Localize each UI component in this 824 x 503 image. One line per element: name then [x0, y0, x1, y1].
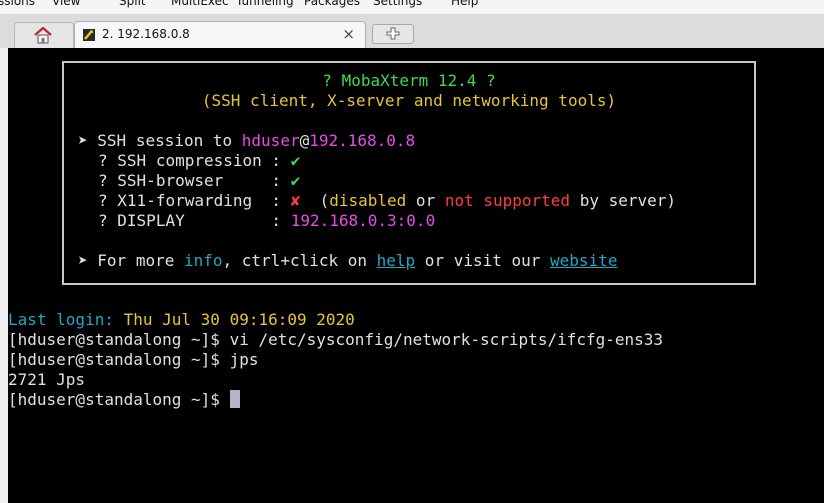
- prompt: [hduser@standalong ~]$: [8, 390, 230, 409]
- banner-user: hduser: [241, 131, 300, 150]
- tab-session[interactable]: 2. 192.168.0.8 ×: [74, 21, 366, 49]
- tab-bar: 2. 192.168.0.8 ×: [0, 14, 824, 49]
- display-value: 192.168.0.3:0.0: [290, 211, 436, 230]
- menu-view[interactable]: View: [52, 0, 80, 8]
- menu-sessions[interactable]: ssions: [0, 0, 35, 8]
- menu-tunneling[interactable]: Tunneling: [236, 0, 294, 8]
- last-login-line: Last login: Thu Jul 30 09:16:09 2020: [8, 310, 355, 329]
- add-tab-button[interactable]: [372, 24, 414, 44]
- menu-split[interactable]: Split: [119, 0, 146, 8]
- command-output: 2721 Jps: [8, 370, 86, 389]
- banner-row-compression: ? SSH compression : ✔: [98, 151, 301, 170]
- banner-host: 192.168.0.8: [309, 131, 416, 150]
- command-line-2: [hduser@standalong ~]$ jps: [8, 350, 259, 369]
- terminal[interactable]: ? MobaXterm 12.4 ? (SSH client, X-server…: [8, 48, 824, 503]
- tab-session-label: 2. 192.168.0.8: [102, 27, 190, 41]
- arrow-icon: ➤: [78, 131, 88, 150]
- banner-row-display: ? DISPLAY : 192.168.0.3:0.0: [98, 211, 436, 230]
- welcome-banner: ? MobaXterm 12.4 ? (SSH client, X-server…: [62, 61, 756, 285]
- command-line-current[interactable]: [hduser@standalong ~]$: [8, 390, 240, 410]
- cross-icon: ✘: [290, 191, 301, 210]
- banner-title: ? MobaXterm 12.4 ?: [322, 71, 496, 90]
- menu-bar: ssions View Split MultiExec Tunneling Pa…: [0, 0, 824, 14]
- website-link[interactable]: website: [550, 251, 617, 270]
- banner-session-line: ➤ SSH session to hduser@192.168.0.8: [78, 131, 416, 150]
- arrow-icon: ➤: [78, 251, 88, 270]
- close-icon[interactable]: ×: [342, 25, 355, 43]
- prompt: [hduser@standalong ~]$: [8, 330, 230, 349]
- banner-subtitle: (SSH client, X-server and networking too…: [201, 91, 617, 110]
- command-line-1: [hduser@standalong ~]$ vi /etc/sysconfig…: [8, 330, 664, 349]
- home-icon: [34, 27, 52, 44]
- menu-multiexec[interactable]: MultiExec: [171, 0, 229, 8]
- banner-footer: ➤ For more info, ctrl+click on help or v…: [78, 251, 618, 270]
- home-tab[interactable]: [14, 22, 74, 49]
- add-tab-icon: [386, 27, 400, 40]
- terminal-cursor: [229, 390, 240, 408]
- info-text: info: [183, 251, 223, 270]
- check-icon: ✔: [290, 171, 301, 190]
- banner-row-browser: ? SSH-browser : ✔: [98, 171, 301, 190]
- check-icon: ✔: [290, 151, 301, 170]
- banner-row-x11: ? X11-forwarding : ✘ (disabled or not su…: [98, 191, 677, 210]
- menu-settings[interactable]: Settings: [373, 0, 422, 8]
- help-link[interactable]: help: [377, 251, 416, 270]
- ssh-session-icon: [83, 29, 95, 41]
- menu-help[interactable]: Help: [451, 0, 478, 8]
- prompt: [hduser@standalong ~]$: [8, 350, 230, 369]
- menu-packages[interactable]: Packages: [304, 0, 360, 8]
